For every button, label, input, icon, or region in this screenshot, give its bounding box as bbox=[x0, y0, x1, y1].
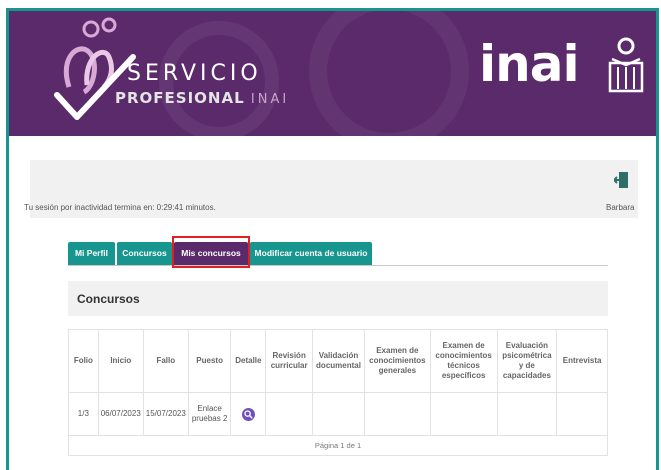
user-name[interactable]: Barbara bbox=[606, 203, 634, 212]
table-header-row: Folio Inicio Fallo Puesto Detalle Revisi… bbox=[68, 329, 608, 393]
entrevista-cell bbox=[556, 392, 608, 436]
inai-brand: inai bbox=[479, 35, 580, 93]
section-title: Concursos bbox=[77, 292, 140, 306]
revision-cell bbox=[265, 392, 314, 436]
folio-cell: 1/3 bbox=[68, 392, 99, 436]
concursos-table: Folio Inicio Fallo Puesto Detalle Revisi… bbox=[68, 329, 608, 456]
table-row: 1/3 06/07/2023 15/07/2023 Enlace pruebas… bbox=[68, 392, 608, 436]
column-header: Inicio bbox=[97, 329, 144, 393]
validacion-cell bbox=[312, 392, 365, 436]
tab-divider bbox=[68, 265, 608, 266]
fallo-cell: 15/07/2023 bbox=[142, 392, 189, 436]
banner-decoration bbox=[309, 11, 469, 136]
inai-logo-icon bbox=[608, 37, 644, 93]
tab-highlight-box bbox=[172, 236, 250, 268]
tab-modificar-cuenta[interactable]: Modificar cuenta de usuario bbox=[250, 242, 372, 265]
pagination-text: Página 1 de 1 bbox=[68, 435, 608, 456]
session-bar: Tu sesión por inactividad termina en: 0:… bbox=[24, 160, 638, 218]
detalle-cell bbox=[230, 392, 267, 436]
column-header: Evaluación psicométrica y de capacidades bbox=[496, 329, 558, 393]
search-icon[interactable] bbox=[241, 407, 255, 421]
column-header: Puesto bbox=[187, 329, 232, 393]
logout-door-icon[interactable] bbox=[614, 172, 628, 188]
section-header: Concursos bbox=[68, 281, 608, 316]
header-banner: SERVICIO PROFESIONAL INAI inai bbox=[9, 11, 656, 136]
column-header: Entrevista bbox=[556, 329, 608, 393]
logo-subtitle: PROFESIONAL INAI bbox=[115, 89, 289, 107]
evaluacion-cell bbox=[496, 392, 558, 436]
servicio-profesional-logo-icon bbox=[54, 17, 136, 120]
examen-tecnicos-cell bbox=[429, 392, 498, 436]
column-header: Examen de conocimientos técnicos específ… bbox=[429, 329, 498, 393]
session-timeout-text: Tu sesión por inactividad termina en: 0:… bbox=[24, 203, 216, 212]
column-header: Revisión curricular bbox=[265, 329, 314, 393]
column-header: Folio bbox=[68, 329, 99, 393]
puesto-cell: Enlace pruebas 2 bbox=[187, 392, 232, 436]
logo-subtitle-light: INAI bbox=[250, 92, 290, 107]
column-header: Detalle bbox=[230, 329, 267, 393]
tab-mi-perfil[interactable]: Mi Perfil bbox=[68, 242, 115, 265]
pagination-row: Página 1 de 1 bbox=[68, 435, 608, 456]
column-header: Fallo bbox=[142, 329, 189, 393]
tab-concursos[interactable]: Concursos bbox=[117, 242, 172, 265]
inicio-cell: 06/07/2023 bbox=[97, 392, 144, 436]
logo-subtitle-bold: PROFESIONAL bbox=[115, 89, 245, 107]
column-header: Examen de conocimientos generales bbox=[363, 329, 431, 393]
examen-generales-cell bbox=[363, 392, 431, 436]
column-header: Validación documental bbox=[312, 329, 365, 393]
logo-title: SERVICIO bbox=[127, 61, 262, 86]
